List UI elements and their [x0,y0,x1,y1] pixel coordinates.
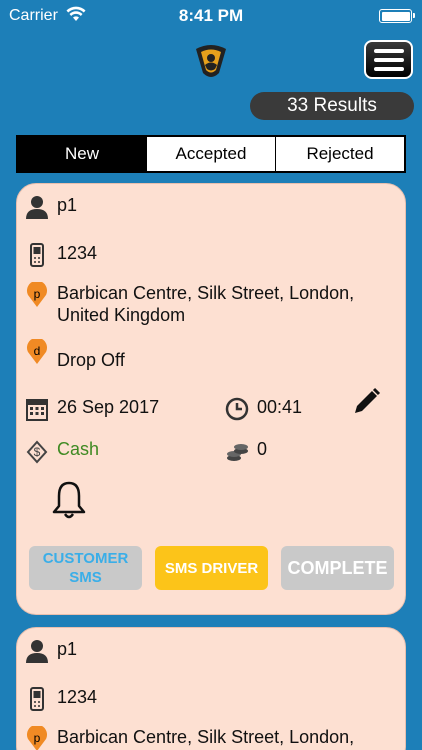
menu-icon [373,48,404,53]
pickup-pin-icon: p [27,282,47,307]
payment-method: Cash [57,439,100,459]
bell-icon[interactable] [51,480,87,520]
dropoff-row: d Drop Off [25,339,125,371]
calendar-icon [26,399,48,421]
tab-new[interactable]: New [18,137,146,171]
customer-sms-button[interactable]: CUSTOMER SMS [29,546,142,590]
phone-row: 1234 [25,686,97,712]
svg-text:p: p [34,731,41,745]
svg-text:p: p [34,287,41,301]
phone-number[interactable]: 1234 [57,242,97,264]
phone-number[interactable]: 1234 [57,686,97,708]
time-row: 00:41 [225,396,302,422]
passenger-row: p1 [25,194,77,220]
pickup-address: Barbican Centre, Silk Street, London, Un… [57,283,355,325]
pickup-row: p Barbican Centre, Silk Street, London, … [25,726,385,750]
amount-row: 0 [225,438,267,464]
user-icon [26,640,48,663]
booking-time: 00:41 [257,397,303,417]
pencil-icon[interactable] [351,387,381,417]
clock-icon [225,397,249,421]
svg-text:$: $ [34,445,41,459]
user-icon [26,196,48,219]
passenger-name: p1 [57,639,78,659]
dropoff-pin-icon: d [27,339,47,364]
phone-icon [30,243,44,267]
battery-icon [379,9,415,23]
payment-icon: $ [26,440,48,464]
phone-row: 1234 [25,242,97,268]
passenger-name: p1 [57,195,78,215]
results-count: 33 Results [250,92,414,120]
clock-time: 8:41 PM [178,6,244,25]
pickup-pin-icon: p [27,726,47,750]
status-tabs: New Accepted Rejected [16,135,406,173]
payment-row: $ Cash [25,438,99,464]
coins-icon [227,444,248,461]
tab-rejected[interactable]: Rejected [275,137,404,171]
app-logo-icon [196,45,226,77]
tab-accepted[interactable]: Accepted [146,137,275,171]
pickup-row: p Barbican Centre, Silk Street, London, … [25,282,385,326]
booking-date: 26 Sep 2017 [57,397,160,417]
date-row: 26 Sep 2017 [25,396,159,422]
phone-icon [30,687,44,711]
complete-button[interactable]: COMPLETE [281,546,394,590]
booking-card[interactable]: p1 1234 p Barbican Centre, Silk Street, … [16,183,406,615]
passenger-row: p1 [25,638,77,664]
fare-amount: 0 [257,439,268,459]
sms-driver-button[interactable]: SMS DRIVER [155,546,268,590]
dropoff-address: Drop Off [57,350,125,370]
svg-text:d: d [34,344,41,358]
pickup-address: Barbican Centre, Silk Street, London, Un… [57,727,355,750]
booking-card[interactable]: p1 1234 p Barbican Centre, Silk Street, … [16,627,406,750]
status-bar: Carrier 8:41 PM [0,0,422,32]
menu-button[interactable] [364,40,413,79]
